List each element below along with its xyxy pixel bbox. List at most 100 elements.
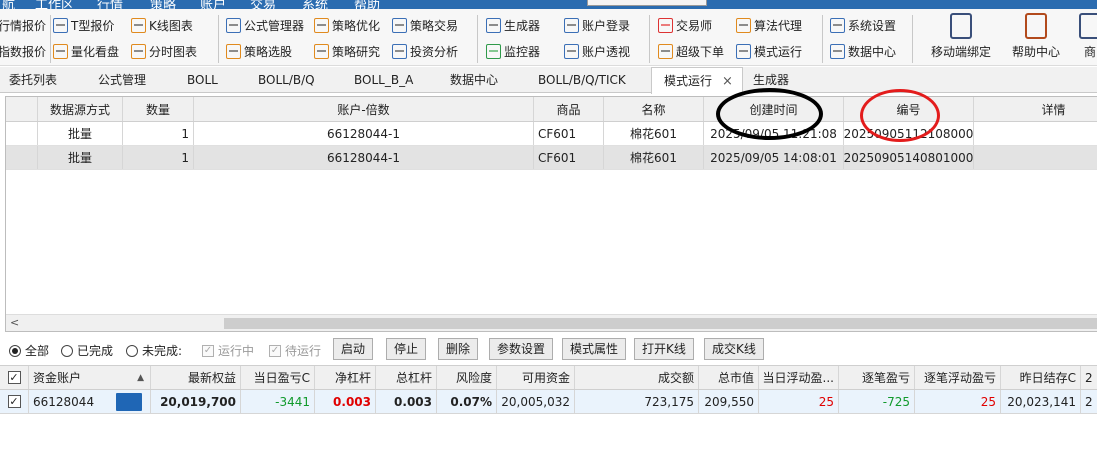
col-turnover[interactable]: 成交额 xyxy=(575,366,699,389)
col-latest-equity[interactable]: 最新权益 xyxy=(151,366,241,389)
analysis-label: 投资分析 xyxy=(410,44,459,59)
ribbon-separator xyxy=(822,15,823,63)
account-grid-header: ✓ 资金账户 ▲ 最新权益 当日盈亏C 净杠杆 总杠杆 风险度 可用资金 成交额 … xyxy=(0,365,1097,390)
col-trade-float[interactable]: 逐笔浮动盈亏 xyxy=(915,366,1001,389)
tab-boll-b-a[interactable]: BOLL_B_A xyxy=(354,67,413,93)
horizontal-scrollbar[interactable]: < xyxy=(6,314,1097,331)
t-quote-icon xyxy=(53,17,68,33)
help-center-button[interactable]: 帮助中心 xyxy=(997,11,1075,66)
tab-order-list[interactable]: 委托列表 xyxy=(9,67,57,93)
tab-data-center[interactable]: 数据中心 xyxy=(450,67,498,93)
ribbon-t-quote[interactable]: T型报价 xyxy=(53,15,114,35)
menu-strategy[interactable]: 策略 xyxy=(150,0,176,9)
ribbon-generator[interactable]: 生成器 xyxy=(486,15,540,35)
cell-details xyxy=(974,146,1097,169)
ribbon-monitor[interactable]: 监控器 xyxy=(486,41,540,61)
tab-mode-run[interactable]: 模式运行 × xyxy=(651,67,743,94)
tab-boll-b-q[interactable]: BOLL/B/Q xyxy=(258,67,315,93)
data-center-label: 数据中心 xyxy=(848,44,897,59)
start-button[interactable]: 启动 xyxy=(333,338,374,360)
col-risk[interactable]: 风险度 xyxy=(437,366,497,389)
sort-asc-icon[interactable]: ▲ xyxy=(137,373,144,383)
col-fund-account-label: 资金账户 xyxy=(33,371,82,385)
account-row[interactable]: ✓ 66128044 20,019,700 -3441 0.003 0.003 … xyxy=(0,390,1097,414)
ribbon-intraday-chart[interactable]: 分时图表 xyxy=(131,41,197,61)
stop-button[interactable]: 停止 xyxy=(386,338,427,360)
ribbon-quant-view[interactable]: 量化看盘 xyxy=(53,41,119,61)
ribbon-account-view[interactable]: 账户透视 xyxy=(564,41,630,61)
menu-account[interactable]: 账户 xyxy=(200,0,226,9)
ribbon-account-login[interactable]: 账户登录 xyxy=(564,15,630,35)
ribbon-strategy-optimize[interactable]: 策略优化 xyxy=(314,15,380,35)
store-button[interactable]: 商 xyxy=(1070,11,1097,66)
filter-all-radio[interactable]: 全部 xyxy=(9,342,49,359)
mobile-icon xyxy=(950,13,972,39)
col-available[interactable]: 可用资金 xyxy=(497,366,575,389)
col-name[interactable]: 名称 xyxy=(604,97,704,121)
col-day-pnl[interactable]: 当日盈亏C xyxy=(241,366,315,389)
filter-done-radio[interactable]: 已完成 xyxy=(61,342,113,359)
select-all-checkbox[interactable]: ✓ xyxy=(0,366,29,389)
cell-details xyxy=(974,122,1097,145)
menu-trade[interactable]: 交易 xyxy=(250,0,276,9)
trade-kline-button[interactable]: 成交K线 xyxy=(704,338,764,360)
ribbon-mode-run[interactable]: 模式运行 xyxy=(736,41,802,61)
ribbon-quote-list[interactable]: 行情报价 xyxy=(0,15,46,35)
ribbon-investment-analysis[interactable]: 投资分析 xyxy=(392,41,458,61)
col-market-value[interactable]: 总市值 xyxy=(699,366,759,389)
table-row[interactable]: 批量 1 66128044-1 CF601 棉花601 2025/09/05 1… xyxy=(6,146,1097,170)
col-fund-account[interactable]: 资金账户 ▲ xyxy=(29,366,151,389)
filter-pending-checkbox[interactable]: ✓ 待运行 xyxy=(269,342,321,359)
menu-workspace[interactable]: 工作区 xyxy=(35,0,74,9)
col-quantity[interactable]: 数量 xyxy=(123,97,194,121)
delete-button[interactable]: 删除 xyxy=(438,338,479,360)
ribbon-super-order[interactable]: 超级下单 xyxy=(658,41,724,61)
menu-quotes[interactable]: 行情 xyxy=(97,0,123,9)
col-source-mode[interactable]: 数据源方式 xyxy=(38,97,123,121)
col-account-multiplier[interactable]: 账户-倍数 xyxy=(194,97,534,121)
ribbon-strategy-research[interactable]: 策略研究 xyxy=(314,41,380,61)
ribbon-algo-proxy[interactable]: 算法代理 xyxy=(736,15,802,35)
super-order-icon xyxy=(658,43,673,59)
col-details[interactable]: 详情 xyxy=(974,97,1097,121)
menu-help[interactable]: 帮助 xyxy=(354,0,380,9)
tab-boll-b-q-tick[interactable]: BOLL/B/Q/TICK xyxy=(538,67,626,93)
menu-system[interactable]: 系统 xyxy=(302,0,328,9)
scrollbar-thumb[interactable] xyxy=(224,318,1097,329)
filter-undone-radio[interactable]: 未完成: xyxy=(126,342,182,359)
ribbon-stock-picker[interactable]: 策略选股 xyxy=(226,41,292,61)
filter-all-label: 全部 xyxy=(25,344,50,358)
equity-chart-icon[interactable] xyxy=(116,392,143,411)
ribbon-data-center[interactable]: 数据中心 xyxy=(830,41,896,61)
mobile-bind-button[interactable]: 移动端绑定 xyxy=(922,11,1000,66)
scroll-left-icon[interactable]: < xyxy=(10,316,19,329)
account-login-icon xyxy=(564,17,579,33)
col-day-float[interactable]: 当日浮动盈... xyxy=(759,366,839,389)
ribbon-strategy-trade[interactable]: 策略交易 xyxy=(392,15,458,35)
col-net-leverage[interactable]: 净杠杆 xyxy=(315,366,376,389)
mode-properties-button[interactable]: 模式属性 xyxy=(562,338,627,360)
ribbon-index-quote[interactable]: 指数报价 xyxy=(0,41,46,61)
ribbon-trader[interactable]: 交易师 xyxy=(658,15,712,35)
cell-net-leverage: 0.003 xyxy=(315,390,376,413)
document-tabs: 委托列表 公式管理 BOLL BOLL/B/Q BOLL_B_A 数据中心 BO… xyxy=(0,67,1097,94)
ribbon-candlestick[interactable]: K线图表 xyxy=(131,15,193,35)
strategy-trade-label: 策略交易 xyxy=(410,18,459,33)
col-prev-balance[interactable]: 昨日结存C xyxy=(1001,366,1081,389)
filter-running-checkbox[interactable]: ✓ 运行中 xyxy=(202,342,254,359)
open-kline-button[interactable]: 打开K线 xyxy=(634,338,694,360)
col-total-leverage[interactable]: 总杠杆 xyxy=(376,366,437,389)
ribbon-system-settings[interactable]: 系统设置 xyxy=(830,15,896,35)
store-label: 商 xyxy=(1083,45,1096,59)
close-icon[interactable]: × xyxy=(722,74,733,89)
tab-boll[interactable]: BOLL xyxy=(187,67,218,93)
col-trade-pnl[interactable]: 逐笔盈亏 xyxy=(839,366,915,389)
col-symbol[interactable]: 商品 xyxy=(534,97,604,121)
ribbon-formula-manager[interactable]: 公式管理器 xyxy=(226,15,304,35)
cell-fund-account: 66128044 xyxy=(29,390,151,413)
tab-formula-manager[interactable]: 公式管理 xyxy=(98,67,146,93)
param-settings-button[interactable]: 参数设置 xyxy=(489,338,554,360)
generator-icon xyxy=(486,17,501,33)
col-extra[interactable]: 2 xyxy=(1081,366,1097,389)
row-checkbox[interactable]: ✓ xyxy=(0,390,29,413)
